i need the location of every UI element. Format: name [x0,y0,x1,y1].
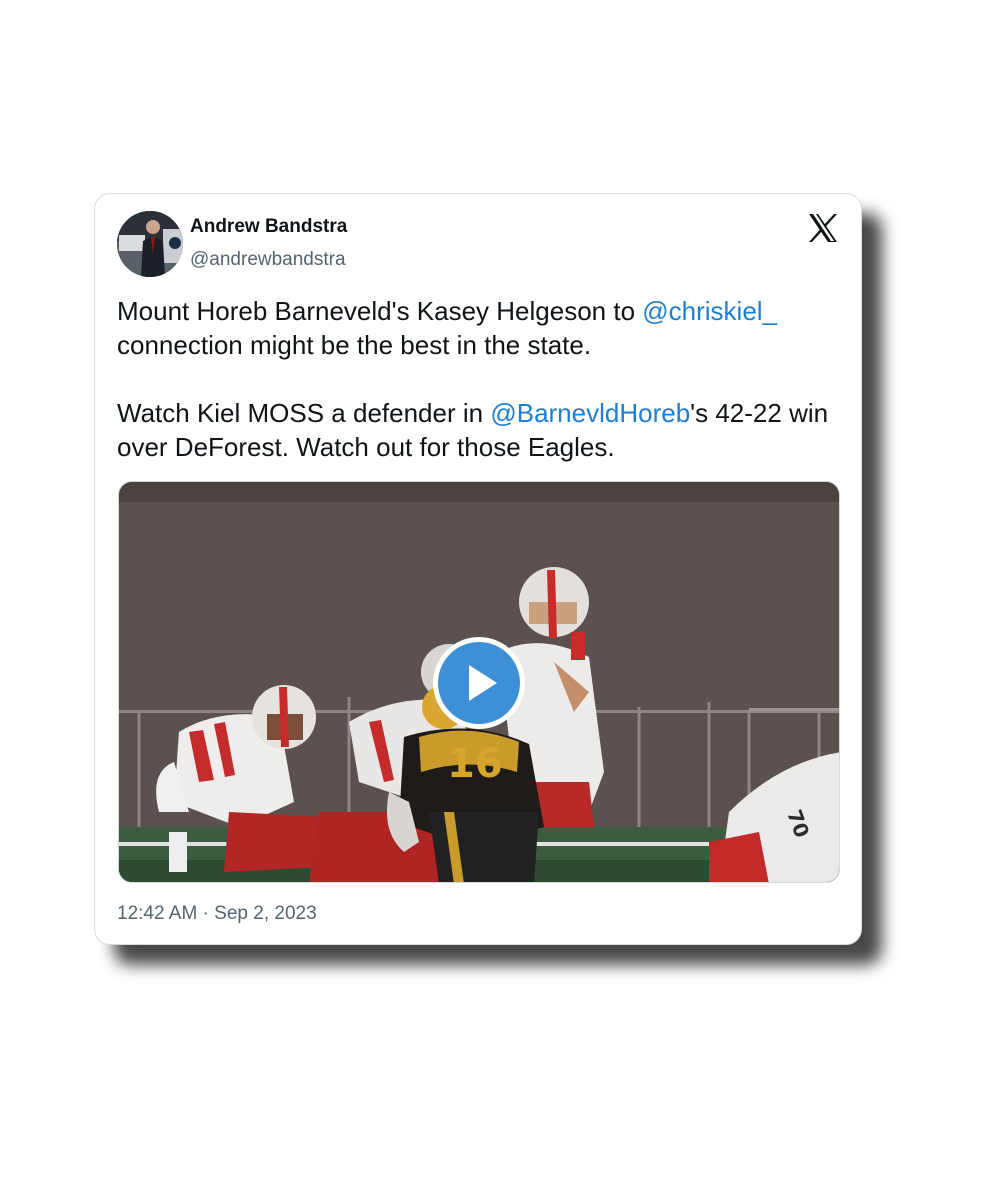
tweet-text-segment: Mount Horeb Barneveld's Kasey Helgeson t… [117,296,643,326]
tweet-card[interactable]: Andrew Bandstra @andrewbandstra Mount Ho… [94,193,862,945]
video-player[interactable]: 16 70 [118,481,840,883]
author-name[interactable]: Andrew Bandstra [190,216,347,238]
author-handle[interactable]: @andrewbandstra [190,249,346,271]
tweet-text-segment: Watch Kiel MOSS a defender in [117,398,491,428]
tweet-paragraph-2: Watch Kiel MOSS a defender in @BarnevldH… [117,396,847,464]
tweet-paragraph-1: Mount Horeb Barneveld's Kasey Helgeson t… [117,294,847,362]
avatar-image [117,211,183,277]
x-logo-icon[interactable] [807,212,839,244]
tweet-text: Mount Horeb Barneveld's Kasey Helgeson t… [117,294,847,464]
mention-link[interactable]: @BarnevldHoreb [490,398,690,428]
play-icon[interactable] [431,635,527,731]
jersey-number: 16 [447,741,503,787]
mention-link[interactable]: @chriskiel_ [642,296,777,326]
tweet-timestamp[interactable]: 12:42 AM · Sep 2, 2023 [117,903,317,925]
tweet-text-segment: connection might be the best in the stat… [117,330,592,360]
author-avatar[interactable] [117,211,183,277]
